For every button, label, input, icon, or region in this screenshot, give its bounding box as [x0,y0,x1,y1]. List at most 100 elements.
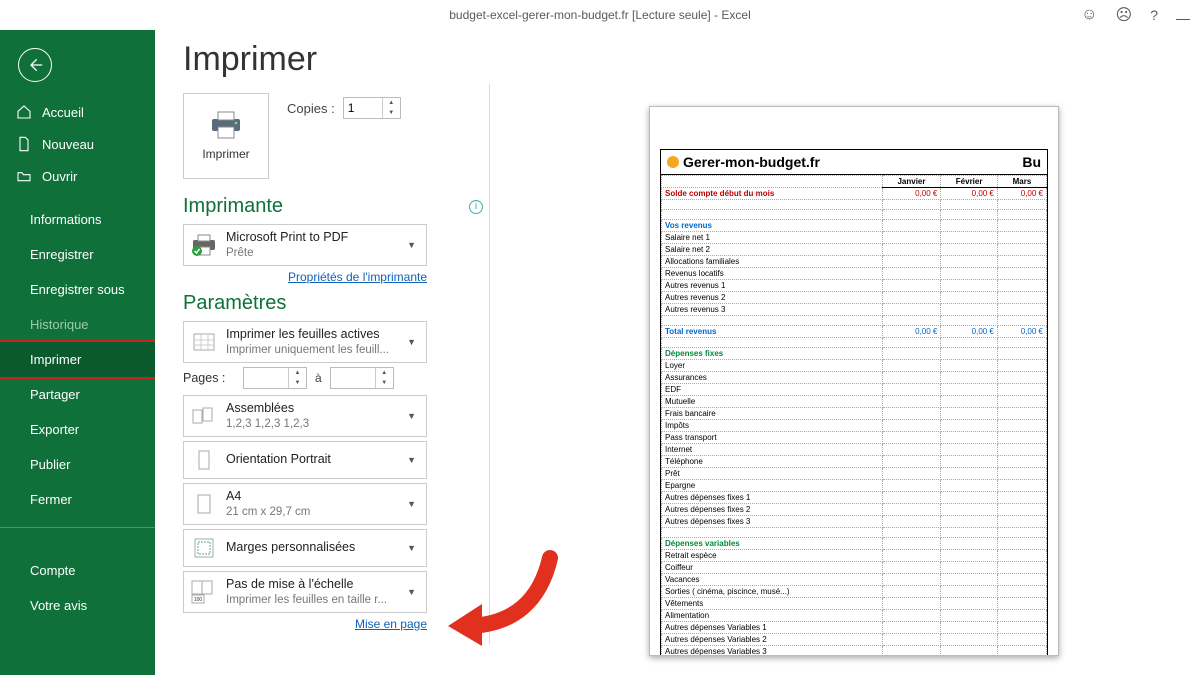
table-row: Autres dépenses Variables 2 [662,634,1047,646]
spinner-down-icon[interactable]: ▼ [383,108,400,118]
printer-status: Prête [226,246,395,260]
table-row: Alimentation [662,610,1047,622]
pages-to-spinner[interactable]: ▲▼ [330,367,394,389]
table-row: Autres dépenses fixes 2 [662,504,1047,516]
sidebar-label: Accueil [42,105,84,120]
sidebar-item-partager[interactable]: Partager [0,377,155,412]
preview-table: JanvierFévrierMars Solde compte début du… [661,175,1047,656]
table-row: Coiffeur [662,562,1047,574]
sidebar-item-informations[interactable]: Informations [0,202,155,237]
preview-brand: Gerer-mon-budget.fr [667,154,820,170]
face-sad-icon[interactable]: ☹ [1116,5,1133,25]
table-row: Internet [662,444,1047,456]
sidebar-item-exporter[interactable]: Exporter [0,412,155,447]
logo-icon [667,156,679,168]
copies-label: Copies : [287,101,335,116]
margins-icon [190,535,218,561]
margins-dropdown[interactable]: Marges personnalisées ▼ [183,529,427,567]
orientation-dropdown[interactable]: Orientation Portrait ▼ [183,441,427,479]
window-title: budget-excel-gerer-mon-budget.fr [Lectur… [449,8,750,22]
table-row: Autres dépenses Variables 1 [662,622,1047,634]
printer-ready-icon [190,232,218,258]
printer-properties-link[interactable]: Propriétés de l'imprimante [183,270,427,284]
back-button[interactable] [18,48,52,82]
table-row: Autres revenus 3 [662,304,1047,316]
minimize-icon[interactable] [1176,19,1190,20]
scaling-icon: 100 [190,579,218,605]
print-button[interactable]: Imprimer [183,93,269,179]
sidebar-item-ouvrir[interactable]: Ouvrir [0,160,155,192]
table-row: Retrait espèce [662,550,1047,562]
chevron-down-icon: ▼ [403,240,420,250]
sidebar-item-votre-avis[interactable]: Votre avis [0,588,155,623]
collate-icon [190,403,218,429]
chevron-down-icon: ▼ [403,337,420,347]
preview-title-cut: Bu [1022,154,1041,170]
sidebar-label: Ouvrir [42,169,77,184]
spinner-up-icon[interactable]: ▲ [383,98,400,108]
face-smile-icon[interactable]: ☺ [1081,6,1097,24]
pages-to-input[interactable] [331,371,375,385]
table-row: Autres dépenses fixes 1 [662,492,1047,504]
page-setup-link[interactable]: Mise en page [183,617,427,631]
chevron-down-icon: ▼ [403,587,420,597]
backstage-sidebar: Accueil Nouveau Ouvrir Informations Enre… [0,30,155,675]
new-file-icon [16,136,32,152]
help-icon[interactable]: ? [1150,7,1158,23]
settings-section-title: Paramètres [183,292,286,315]
sidebar-item-accueil[interactable]: Accueil [0,96,155,128]
table-row: Vêtements [662,598,1047,610]
sidebar-item-enregistrer[interactable]: Enregistrer [0,237,155,272]
table-row: Prêt [662,468,1047,480]
page-icon [190,491,218,517]
collate-dropdown[interactable]: Assemblées1,2,3 1,2,3 1,2,3 ▼ [183,395,427,437]
orientation-portrait-icon [190,447,218,473]
sidebar-item-fermer[interactable]: Fermer [0,482,155,517]
sidebar-label: Nouveau [42,137,94,152]
print-what-dropdown[interactable]: Imprimer les feuilles activesImprimer un… [183,321,427,363]
folder-open-icon [16,168,32,184]
printer-icon [208,111,244,139]
copies-input[interactable] [344,101,382,115]
sidebar-item-enregistrer-sous[interactable]: Enregistrer sous [0,272,155,307]
scaling-dropdown[interactable]: 100 Pas de mise à l'échelleImprimer les … [183,571,427,613]
page-title: Imprimer [183,40,483,79]
chevron-down-icon: ▼ [403,543,420,553]
table-row: Mutuelle [662,396,1047,408]
table-row: EDF [662,384,1047,396]
paper-size-dropdown[interactable]: A421 cm x 29,7 cm ▼ [183,483,427,525]
home-icon [16,104,32,120]
chevron-down-icon: ▼ [403,411,420,421]
table-row: Salaire net 1 [662,232,1047,244]
sheets-icon [190,329,218,355]
arrow-left-icon [27,57,43,73]
table-row: Autres revenus 2 [662,292,1047,304]
table-row: Assurances [662,372,1047,384]
print-button-label: Imprimer [202,147,249,161]
sidebar-item-imprimer[interactable]: Imprimer [0,342,155,377]
printer-name: Microsoft Print to PDF [226,230,395,246]
sidebar-item-nouveau[interactable]: Nouveau [0,128,155,160]
sidebar-item-historique: Historique [0,307,155,342]
pages-from-input[interactable] [244,371,288,385]
table-row: Autres dépenses Variables 3 [662,646,1047,657]
copies-spinner[interactable]: ▲▼ [343,97,401,119]
printer-section-title: Imprimante [183,195,283,218]
printer-dropdown[interactable]: Microsoft Print to PDF Prête ▼ [183,224,427,266]
table-row: Sorties ( cinéma, piscince, musé...) [662,586,1047,598]
table-row: Téléphone [662,456,1047,468]
table-row: Epargne [662,480,1047,492]
info-icon[interactable]: i [469,200,483,214]
vertical-divider [489,84,490,644]
table-row: Autres dépenses fixes 3 [662,516,1047,528]
table-row: Frais bancaire [662,408,1047,420]
sidebar-item-publier[interactable]: Publier [0,447,155,482]
pages-label: Pages : [183,371,235,385]
pages-from-spinner[interactable]: ▲▼ [243,367,307,389]
print-preview-page: Gerer-mon-budget.fr Bu JanvierFévrierMar… [649,106,1059,656]
svg-text:100: 100 [194,597,203,603]
table-row: Loyer [662,360,1047,372]
table-row: Allocations familiales [662,256,1047,268]
sidebar-item-compte[interactable]: Compte [0,553,155,588]
table-row: Vacances [662,574,1047,586]
